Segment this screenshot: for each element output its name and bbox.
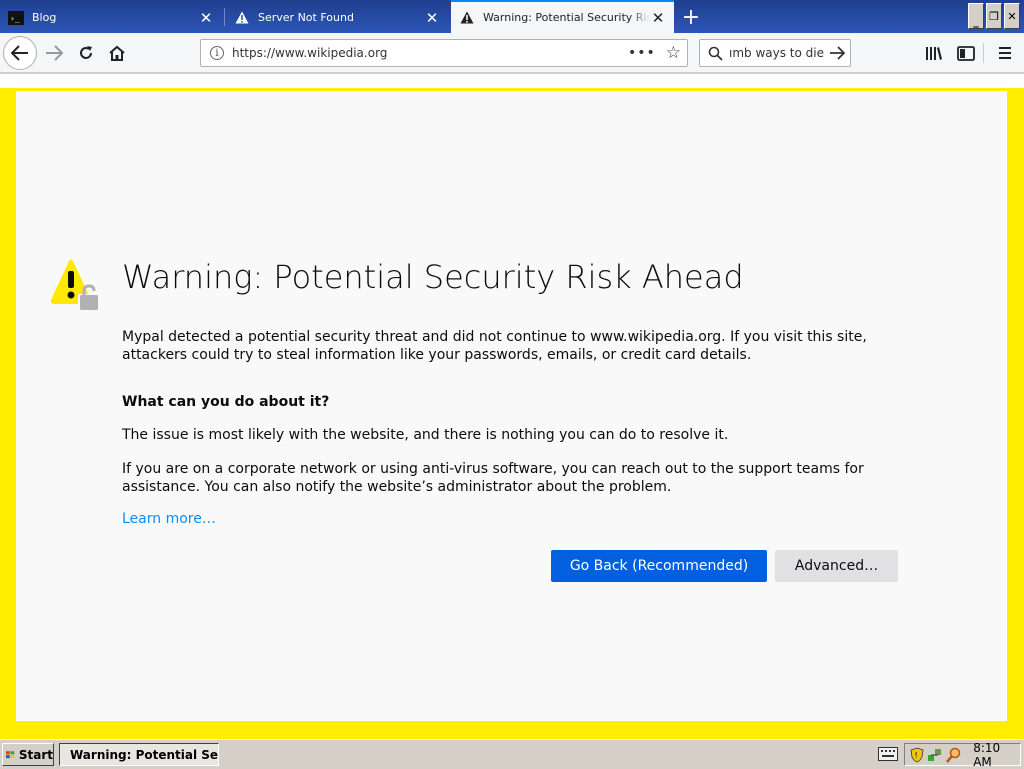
svg-text:›_: ›_ bbox=[10, 14, 20, 23]
keyboard-icon[interactable] bbox=[878, 747, 898, 761]
info-icon[interactable]: i bbox=[210, 46, 224, 60]
tab-strip: ›_ Blog ✕ Server Not Found ✕ Warning: Po… bbox=[0, 0, 1024, 33]
taskbar-item-label: Warning: Potential Se... bbox=[70, 747, 219, 762]
warning-lock-icon bbox=[50, 259, 100, 311]
start-button[interactable]: Start bbox=[2, 743, 54, 766]
close-icon[interactable]: ✕ bbox=[650, 9, 666, 27]
arrow-left-icon bbox=[11, 45, 28, 61]
reload-button[interactable] bbox=[70, 37, 102, 69]
close-icon[interactable]: ✕ bbox=[198, 9, 214, 27]
tab-blog[interactable]: ›_ Blog ✕ bbox=[0, 2, 222, 33]
library-button[interactable] bbox=[918, 37, 950, 69]
nav-bar: i https://www.wikipedia.org ••• ☆ ımb wa… bbox=[0, 33, 1024, 73]
start-label: Start bbox=[18, 747, 53, 762]
window-controls: _ ❐ ✕ bbox=[968, 3, 1020, 29]
system-tray: ! 8:10 AM bbox=[904, 740, 1021, 769]
menu-button[interactable] bbox=[989, 37, 1021, 69]
tab-server-not-found[interactable]: Server Not Found ✕ bbox=[226, 2, 448, 33]
bookmark-star-icon[interactable]: ☆ bbox=[666, 43, 681, 63]
new-tab-button[interactable]: + bbox=[676, 2, 706, 32]
svg-text:!: ! bbox=[914, 751, 917, 760]
toolbar-separator bbox=[983, 43, 984, 63]
url-text[interactable]: https://www.wikipedia.org bbox=[232, 46, 628, 60]
support-paragraph: If you are on a corporate network or usi… bbox=[122, 461, 864, 495]
tab-separator bbox=[224, 8, 225, 26]
library-icon bbox=[926, 47, 942, 60]
url-bar[interactable]: i https://www.wikipedia.org ••• ☆ bbox=[200, 39, 688, 67]
arrow-right-icon bbox=[46, 45, 63, 61]
arrow-right-icon[interactable] bbox=[829, 46, 845, 60]
advanced-button[interactable]: Advanced… bbox=[775, 550, 898, 582]
home-button[interactable] bbox=[101, 37, 133, 69]
back-button[interactable] bbox=[3, 36, 37, 70]
windows-logo-icon bbox=[6, 750, 15, 758]
warning-icon bbox=[234, 10, 250, 26]
clock: 8:10 AM bbox=[973, 740, 1001, 769]
forward-button[interactable] bbox=[38, 37, 70, 69]
taskbar: Start Warning: Potential Se... ! 8:10 AM bbox=[0, 739, 1024, 769]
tab-security-warning[interactable]: Warning: Potential Security Risk Ahead ✕ bbox=[451, 0, 674, 33]
tab-label: Blog bbox=[32, 11, 57, 24]
sidebar-icon bbox=[957, 45, 975, 61]
search-tray-icon[interactable] bbox=[946, 747, 962, 763]
taskbar-item-browser[interactable]: Warning: Potential Se... bbox=[59, 743, 219, 766]
hamburger-menu-icon bbox=[999, 47, 1011, 59]
warning-description: Mypal detected a potential security thre… bbox=[122, 329, 867, 363]
minimize-button[interactable]: _ bbox=[968, 3, 984, 29]
learn-more-link[interactable]: Learn more… bbox=[122, 511, 216, 527]
page-title: Warning: Potential Security Risk Ahead bbox=[122, 258, 744, 296]
search-bar[interactable]: ımb ways to die bbox=[699, 39, 851, 67]
search-input[interactable]: ımb ways to die bbox=[729, 46, 829, 60]
what-can-you-do-heading: What can you do about it? bbox=[122, 394, 330, 410]
terminal-icon: ›_ bbox=[8, 10, 24, 26]
warning-icon bbox=[459, 10, 475, 26]
home-icon bbox=[109, 45, 125, 61]
shield-icon[interactable]: ! bbox=[909, 747, 924, 763]
search-icon bbox=[708, 46, 723, 61]
network-icon[interactable] bbox=[927, 747, 943, 763]
sidebar-button[interactable] bbox=[950, 37, 982, 69]
close-window-button[interactable]: ✕ bbox=[1004, 3, 1020, 29]
page-actions-button[interactable]: ••• bbox=[628, 45, 656, 61]
tab-label: Warning: Potential Security Risk Ahead bbox=[483, 11, 650, 24]
issue-paragraph: The issue is most likely with the websit… bbox=[122, 427, 729, 443]
close-icon[interactable]: ✕ bbox=[424, 9, 440, 27]
restore-button[interactable]: ❐ bbox=[986, 3, 1002, 29]
tab-label: Server Not Found bbox=[258, 11, 354, 24]
go-back-button[interactable]: Go Back (Recommended) bbox=[551, 550, 767, 582]
reload-icon bbox=[80, 46, 92, 59]
